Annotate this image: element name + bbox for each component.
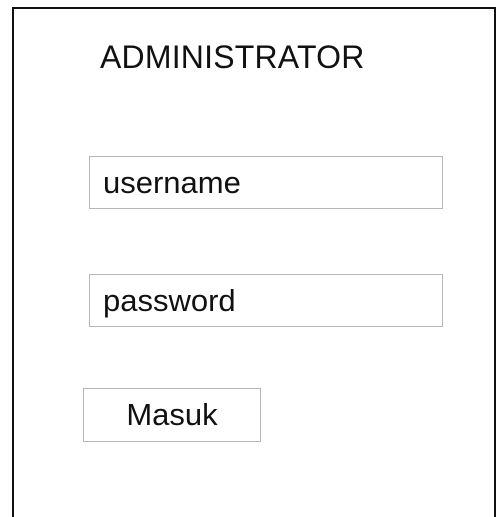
username-input[interactable] [89, 156, 443, 209]
login-panel: ADMINISTRATOR Masuk [12, 7, 496, 517]
login-button[interactable]: Masuk [83, 388, 261, 442]
page-title: ADMINISTRATOR [100, 39, 365, 75]
password-input[interactable] [89, 274, 443, 327]
